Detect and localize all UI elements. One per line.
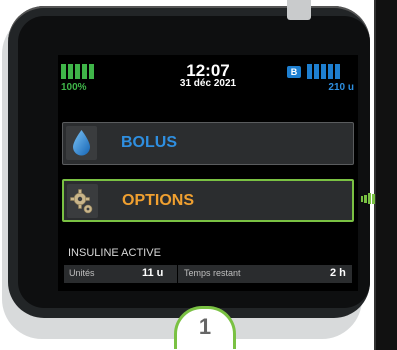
pump-screen: 100% 12:07 31 déc 2021 B 210 u BOLUS OPT… — [58, 55, 358, 291]
time-remaining-label: Temps restant — [184, 268, 241, 278]
basal-badge: B — [287, 66, 301, 78]
status-bar: 100% 12:07 31 déc 2021 B 210 u — [58, 55, 358, 95]
device-top-button — [287, 0, 311, 20]
time-remaining-value: 2 h — [330, 267, 346, 279]
active-insulin-title: INSULINE ACTIVE — [68, 247, 161, 259]
options-label: OPTIONS — [122, 192, 195, 209]
gear-icon — [67, 184, 98, 218]
clock-date: 31 déc 2021 — [179, 78, 237, 89]
insulin-level-icon — [307, 64, 340, 79]
units-label: Unités — [69, 268, 95, 278]
options-button[interactable]: OPTIONS — [62, 179, 354, 222]
callout-number: 1 — [198, 314, 212, 339]
active-insulin-panel: INSULINE ACTIVE Unités 11 u Temps restan… — [58, 244, 358, 291]
bolus-button[interactable]: BOLUS — [62, 122, 354, 165]
drop-icon — [66, 126, 97, 160]
bolus-label: BOLUS — [121, 134, 177, 151]
hand-pointer-icon — [361, 192, 377, 211]
side-panel — [376, 0, 397, 350]
insulin-remaining: 210 u — [328, 82, 354, 93]
units-value: 11 u — [142, 267, 164, 279]
active-insulin-row: Unités 11 u Temps restant 2 h — [64, 265, 352, 283]
row-divider — [177, 265, 178, 283]
